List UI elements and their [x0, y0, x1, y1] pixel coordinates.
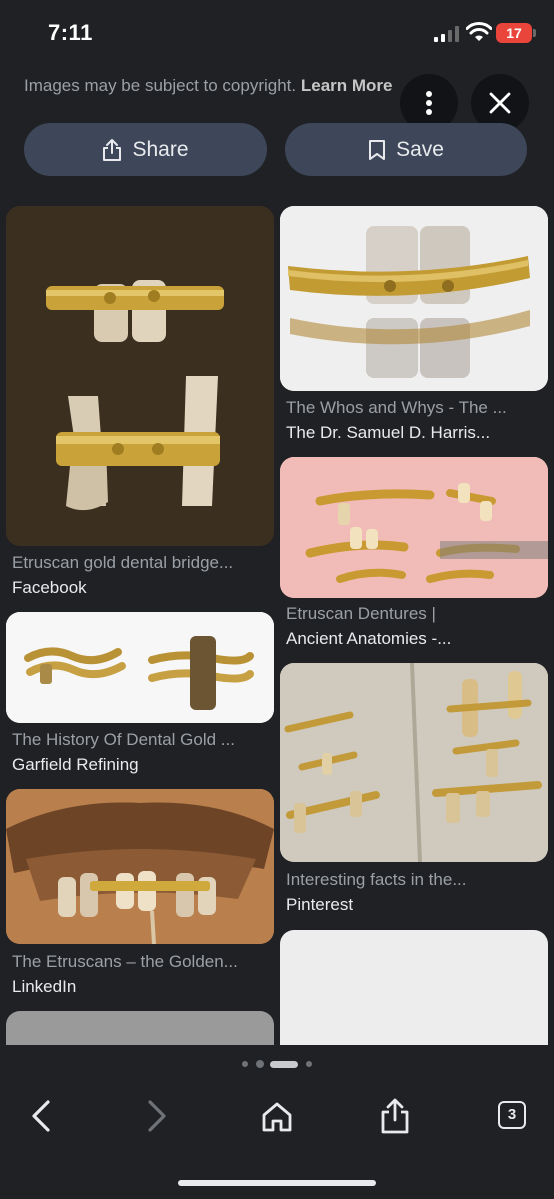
- learn-more-link[interactable]: Learn More: [301, 76, 393, 95]
- share-label: Share: [132, 137, 189, 161]
- result-title[interactable]: The Etruscans – the Golden...: [12, 952, 274, 972]
- result-source[interactable]: Facebook: [12, 578, 274, 598]
- copyright-notice: Images may be subject to copyright. Lear…: [24, 76, 393, 96]
- result-image-whos-and-whys[interactable]: [280, 206, 548, 391]
- wifi-icon: [466, 22, 492, 41]
- dentures-reflection-image: [280, 206, 548, 391]
- bookmark-icon: [369, 139, 386, 160]
- result-title[interactable]: Interesting facts in the...: [286, 870, 548, 890]
- result-source[interactable]: Garfield Refining: [12, 755, 274, 775]
- share-icon: [103, 138, 122, 161]
- result-image-etruscan-dentures[interactable]: [280, 457, 548, 598]
- cellular-signal-icon: [434, 26, 459, 42]
- dentures-pink-background-image: [280, 457, 548, 598]
- result-image-etruscans-golden[interactable]: [6, 789, 274, 944]
- page-dot: [306, 1061, 312, 1067]
- tabs-button[interactable]: 3: [498, 1101, 526, 1129]
- result-source[interactable]: Ancient Anatomies -...: [286, 629, 548, 649]
- forward-icon[interactable]: [142, 1098, 172, 1134]
- page-dot: [242, 1061, 248, 1067]
- share-page-icon[interactable]: [378, 1096, 412, 1136]
- status-time: 7:11: [48, 20, 93, 45]
- page-dot: [256, 1060, 264, 1068]
- result-source[interactable]: The Dr. Samuel D. Harris...: [286, 423, 548, 443]
- back-icon[interactable]: [26, 1098, 56, 1134]
- share-button[interactable]: Share: [24, 123, 267, 176]
- page-dot-active: [270, 1061, 298, 1068]
- copyright-text: Images may be subject to copyright.: [24, 76, 297, 95]
- save-button[interactable]: Save: [285, 123, 527, 176]
- result-image-etruscan-bridge[interactable]: [6, 206, 274, 546]
- battery-cap: [533, 29, 536, 37]
- result-image-history-dental-gold[interactable]: [6, 612, 274, 723]
- gold-bands-image: [6, 612, 274, 723]
- home-indicator: [178, 1180, 376, 1186]
- close-icon: [489, 92, 511, 114]
- gold-dentures-on-fabric-image: [280, 663, 548, 862]
- result-title[interactable]: The History Of Dental Gold ...: [12, 730, 274, 750]
- result-title[interactable]: The Whos and Whys - The ...: [286, 398, 548, 418]
- home-icon[interactable]: [260, 1100, 294, 1134]
- result-title[interactable]: Etruscan gold dental bridge...: [12, 553, 274, 573]
- result-title[interactable]: Etruscan Dentures |: [286, 604, 548, 624]
- save-label: Save: [396, 137, 444, 161]
- dental-bridge-image: [6, 206, 274, 546]
- battery-indicator: 17: [496, 23, 532, 43]
- ancient-jaw-image: [6, 789, 274, 944]
- result-image-interesting-facts[interactable]: [280, 663, 548, 862]
- more-vertical-icon: [426, 91, 432, 115]
- result-source[interactable]: Pinterest: [286, 895, 548, 915]
- result-source[interactable]: LinkedIn: [12, 977, 274, 997]
